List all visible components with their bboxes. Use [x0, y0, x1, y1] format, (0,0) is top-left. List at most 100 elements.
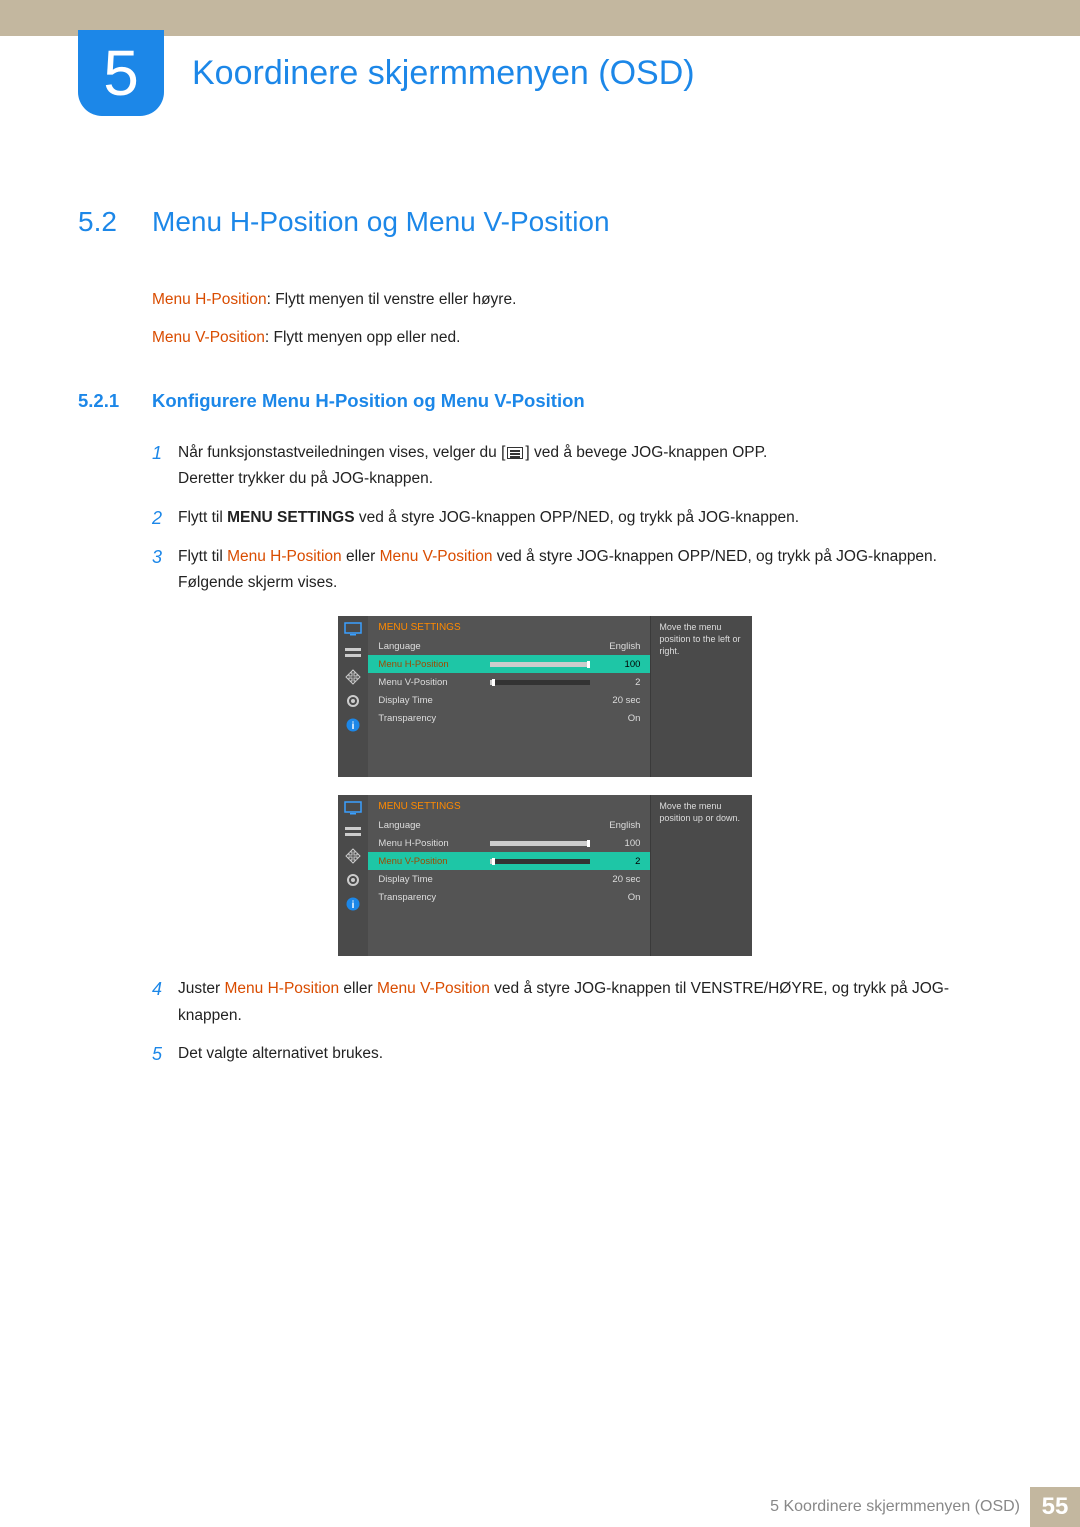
step-2-text-c: ved å styre JOG-knappen OPP/NED, og tryk… [355, 509, 800, 526]
osd-title: MENU SETTINGS [368, 616, 650, 637]
step-4-text-a: Juster [178, 980, 225, 997]
footer-chapter-ref: 5 Koordinere skjermmenyen (OSD) [770, 1498, 1020, 1516]
intro-v-position: Menu V-Position: Flytt menyen opp eller … [152, 326, 1002, 350]
chapter-title: Koordinere skjermmenyen (OSD) [192, 54, 695, 93]
osd-value: On [596, 713, 640, 724]
osd-value: 20 sec [596, 695, 640, 706]
osd-help-text: Move the menu position up or down. [650, 795, 752, 956]
chapter-number-badge: 5 [78, 30, 164, 116]
step-4: 4 Juster Menu H-Position eller Menu V-Po… [152, 976, 1002, 1029]
step-1-text-c: Deretter trykker du på JOG-knappen. [178, 470, 433, 487]
step-3-number: 3 [152, 544, 178, 597]
osd-value: 20 sec [596, 874, 640, 885]
chapter-header: 5 Koordinere skjermmenyen (OSD) [0, 30, 1080, 116]
osd-label: Language [378, 641, 490, 652]
osd-screenshots: i MENU SETTINGS Language English Menu H-… [338, 616, 1002, 956]
intro-h-desc: : Flytt menyen til venstre eller høyre. [267, 291, 517, 308]
osd-value: English [596, 641, 640, 652]
osd-help-text: Move the menu position to the left or ri… [650, 616, 752, 777]
arrows-icon [344, 670, 362, 684]
step-1: 1 Når funksjonstastveiledningen vises, v… [152, 440, 1002, 493]
osd-label: Display Time [378, 874, 490, 885]
info-icon: i [344, 897, 362, 911]
osd-value: 100 [596, 659, 640, 670]
step-2: 2 Flytt til MENU SETTINGS ved å styre JO… [152, 505, 1002, 532]
step-4-text-d: Menu V-Position [377, 980, 490, 997]
osd-sidebar: i [338, 795, 368, 956]
gear-icon [344, 873, 362, 887]
osd-row-transparency: Transparency On [368, 888, 650, 906]
step-4-text-c: eller [339, 980, 377, 997]
step-2-text-b: MENU SETTINGS [227, 509, 354, 526]
osd-label: Display Time [378, 695, 490, 706]
osd-label: Transparency [378, 892, 490, 903]
step-1-text-b: ] ved å bevege JOG-knappen OPP. [525, 444, 767, 461]
osd-row-display-time: Display Time 20 sec [368, 691, 650, 709]
sliders-icon [344, 825, 362, 839]
step-3-text-c: eller [342, 548, 380, 565]
osd-value: 2 [596, 677, 640, 688]
step-1-text-a: Når funksjonstastveiledningen vises, vel… [178, 444, 505, 461]
step-4-number: 4 [152, 976, 178, 1029]
osd-sidebar: i [338, 616, 368, 777]
step-3-text-a: Flytt til [178, 548, 227, 565]
osd-panel-hpos: i MENU SETTINGS Language English Menu H-… [338, 616, 752, 777]
intro-v-label: Menu V-Position [152, 329, 265, 346]
osd-slider [490, 680, 590, 685]
osd-label: Language [378, 820, 490, 831]
osd-slider [490, 841, 590, 846]
step-5-text-a: Det valgte alternativet brukes. [178, 1045, 383, 1062]
gear-icon [344, 694, 362, 708]
osd-row-vpos-selected: Menu V-Position 2 [368, 852, 650, 870]
osd-main: MENU SETTINGS Language English Menu H-Po… [368, 616, 650, 777]
osd-label: Menu V-Position [378, 677, 490, 688]
step-2-number: 2 [152, 505, 178, 532]
osd-label: Menu H-Position [378, 659, 490, 670]
osd-panel-vpos: i MENU SETTINGS Language English Menu H-… [338, 795, 752, 956]
subsection-number: 5.2.1 [78, 390, 152, 412]
page-footer: 5 Koordinere skjermmenyen (OSD) 55 [0, 1487, 1080, 1527]
osd-row-hpos-selected: Menu H-Position 100 [368, 655, 650, 673]
osd-row-vpos: Menu V-Position 2 [368, 673, 650, 691]
info-icon: i [344, 718, 362, 732]
svg-text:i: i [352, 721, 355, 732]
intro-h-label: Menu H-Position [152, 291, 267, 308]
svg-text:i: i [352, 900, 355, 911]
osd-row-hpos: Menu H-Position 100 [368, 834, 650, 852]
osd-value: English [596, 820, 640, 831]
subsection-title: Konfigurere Menu H-Position og Menu V-Po… [152, 390, 585, 412]
monitor-icon [344, 622, 362, 636]
osd-row-transparency: Transparency On [368, 709, 650, 727]
osd-value: 2 [596, 856, 640, 867]
sliders-icon [344, 646, 362, 660]
osd-row-language: Language English [368, 816, 650, 834]
osd-value: On [596, 892, 640, 903]
osd-main: MENU SETTINGS Language English Menu H-Po… [368, 795, 650, 956]
osd-label: Menu H-Position [378, 838, 490, 849]
menu-icon [507, 447, 523, 459]
step-5: 5 Det valgte alternativet brukes. [152, 1041, 1002, 1068]
arrows-icon [344, 849, 362, 863]
step-3-text-d: Menu V-Position [380, 548, 493, 565]
step-1-number: 1 [152, 440, 178, 493]
osd-label: Transparency [378, 713, 490, 724]
footer-page-number: 55 [1030, 1487, 1080, 1527]
monitor-icon [344, 801, 362, 815]
section-number: 5.2 [78, 206, 152, 238]
osd-slider [490, 662, 590, 667]
osd-row-display-time: Display Time 20 sec [368, 870, 650, 888]
osd-label: Menu V-Position [378, 856, 490, 867]
osd-value: 100 [596, 838, 640, 849]
osd-title: MENU SETTINGS [368, 795, 650, 816]
intro-v-desc: : Flytt menyen opp eller ned. [265, 329, 461, 346]
step-3-text-b: Menu H-Position [227, 548, 342, 565]
step-4-text-b: Menu H-Position [225, 980, 340, 997]
step-5-number: 5 [152, 1041, 178, 1068]
section-title: Menu H-Position og Menu V-Position [152, 206, 610, 238]
subsection-heading: 5.2.1 Konfigurere Menu H-Position og Men… [78, 390, 1002, 412]
intro-h-position: Menu H-Position: Flytt menyen til venstr… [152, 288, 1002, 312]
section-heading: 5.2 Menu H-Position og Menu V-Position [78, 206, 1002, 238]
step-2-text-a: Flytt til [178, 509, 227, 526]
osd-slider [490, 859, 590, 864]
osd-row-language: Language English [368, 637, 650, 655]
